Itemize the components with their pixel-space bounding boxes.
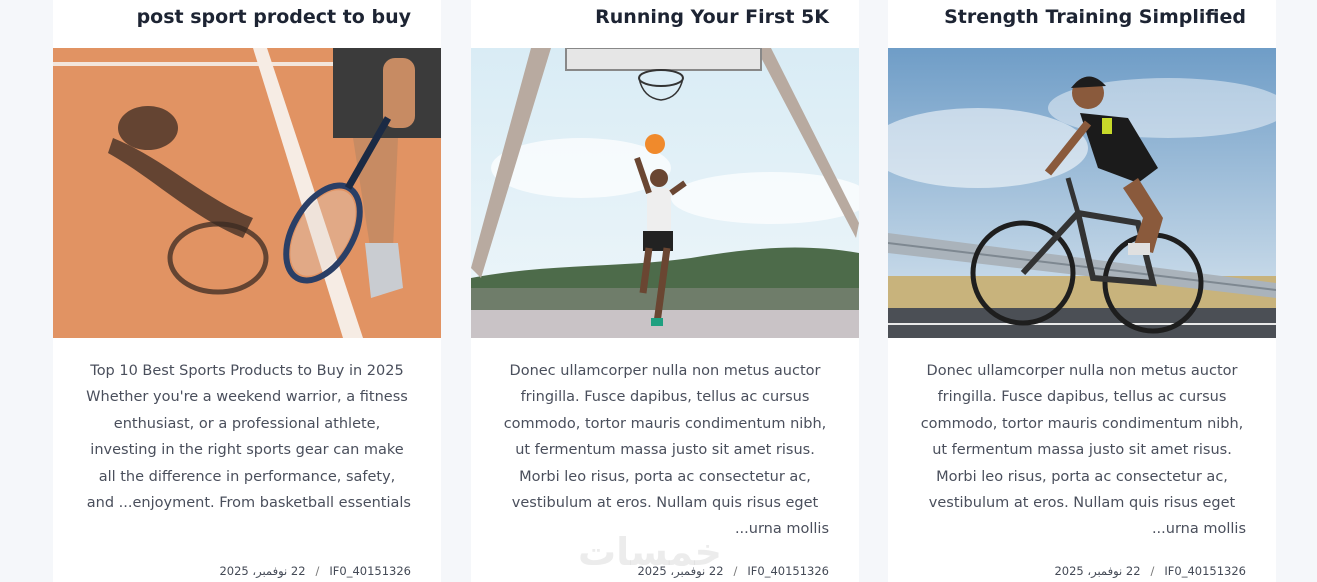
meta-separator: / [315, 564, 320, 578]
post-image-tennis[interactable] [53, 48, 441, 338]
post-card: post sport prodect to buy Top 10 Best Sp… [53, 0, 441, 582]
post-meta: IF0_40151326 / 22 نوفمبر، 2025 [219, 564, 411, 578]
post-excerpt: Top 10 Best Sports Products to Buy in 20… [86, 363, 411, 512]
post-date: 22 نوفمبر، 2025 [219, 564, 306, 578]
post-author[interactable]: IF0_40151326 [747, 564, 829, 578]
meta-separator: / [1150, 564, 1155, 578]
post-image-basketball[interactable] [471, 48, 859, 338]
post-card: Running Your First 5K Donec ullamcorper … [471, 0, 859, 582]
post-card: Strength Training Simplified Donec ullam… [888, 0, 1276, 582]
post-excerpt: Donec ullamcorper nulla non metus auctor… [920, 363, 1246, 538]
post-author[interactable]: IF0_40151326 [1164, 564, 1246, 578]
post-title[interactable]: Running Your First 5K [491, 4, 829, 30]
post-title[interactable]: post sport prodect to buy [73, 4, 411, 30]
post-meta: IF0_40151326 / 22 نوفمبر، 2025 [637, 564, 829, 578]
post-date: 22 نوفمبر، 2025 [1054, 564, 1141, 578]
post-author[interactable]: IF0_40151326 [329, 564, 411, 578]
meta-separator: / [733, 564, 738, 578]
post-excerpt: Donec ullamcorper nulla non metus auctor… [503, 363, 829, 538]
post-image-cyclist[interactable] [888, 48, 1276, 338]
post-meta: IF0_40151326 / 22 نوفمبر، 2025 [1054, 564, 1246, 578]
post-title[interactable]: Strength Training Simplified [908, 4, 1246, 30]
post-date: 22 نوفمبر، 2025 [637, 564, 724, 578]
